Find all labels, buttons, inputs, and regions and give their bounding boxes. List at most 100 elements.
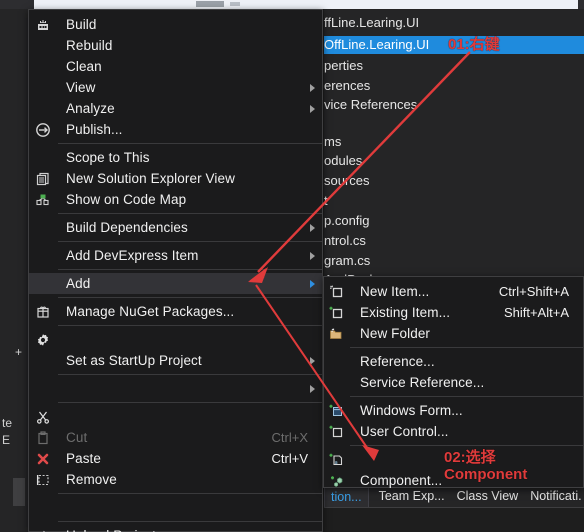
submenu-item-label: New Folder	[360, 326, 431, 341]
menu-separator	[58, 241, 322, 242]
menu-item-label: Scope to This	[66, 150, 150, 165]
submenu-separator	[350, 347, 583, 348]
menu-item-set-as-startup-project[interactable]	[29, 329, 322, 350]
submenu-item-new-item[interactable]: New Item... Ctrl+Shift+A	[324, 281, 583, 302]
tree-item[interactable]: erences	[324, 77, 584, 95]
nuget-icon	[35, 304, 51, 320]
menu-item-label: Analyze	[66, 101, 115, 116]
publish-icon	[35, 122, 51, 138]
window-button-group[interactable]	[196, 1, 224, 7]
menu-item-label: View	[66, 80, 96, 95]
menu-item-cut[interactable]	[29, 406, 322, 427]
menu-item-label: Remove	[66, 472, 117, 487]
chevron-right-icon	[310, 279, 315, 288]
scrap-text-2: E	[2, 433, 11, 447]
menu-item-publish[interactable]: Publish...	[29, 119, 322, 140]
submenu-item-label: Windows Form...	[360, 403, 463, 418]
menu-item-build[interactable]: Build	[29, 14, 322, 35]
submenu-item-label: User Control...	[360, 424, 449, 439]
menu-item-analyze[interactable]: Analyze	[29, 98, 322, 119]
submenu-item-windows-form[interactable]: Windows Form...	[324, 400, 583, 421]
window-close-button[interactable]	[230, 2, 240, 6]
menu-separator	[58, 269, 322, 270]
menu-item-rename[interactable]: Remove	[29, 469, 322, 490]
menu-item-label: Set as StartUp Project	[66, 353, 202, 368]
menu-item-shortcut: Ctrl+V	[271, 451, 308, 466]
tree-item[interactable]: ntrol.cs	[324, 232, 584, 250]
tree-item[interactable]: ffLine.Learing.UI	[324, 14, 584, 32]
submenu-item-label: New Item...	[360, 284, 430, 299]
new-item-icon	[328, 284, 344, 300]
chevron-right-icon	[310, 356, 315, 365]
menu-item-show-on-code-map[interactable]: Show on Code Map	[29, 189, 322, 210]
tree-item[interactable]: p.config	[324, 212, 584, 230]
menu-item-label: Rebuild	[66, 38, 113, 53]
submenu-item-shortcut: Shift+Alt+A	[503, 305, 569, 320]
menu-item-label: Add	[66, 276, 91, 291]
user-control-icon	[328, 424, 344, 440]
annotation-step-1: 01:右键	[448, 36, 500, 53]
menu-item-build-dependencies[interactable]: Build Dependencies	[29, 217, 322, 238]
menu-item-paste: Cut Ctrl+X	[29, 427, 322, 448]
tree-item[interactable]: gram.cs	[324, 252, 584, 270]
menu-item-open-folder-in-file-explorer[interactable]: Unload Project	[29, 525, 322, 532]
tree-item[interactable]: vice References	[324, 96, 584, 114]
bottom-filler	[324, 507, 584, 532]
menu-separator	[58, 143, 322, 144]
menu-item-add-devexpress-item[interactable]: Add DevExpress Item	[29, 245, 322, 266]
menu-item-label: Publish...	[66, 122, 123, 137]
tree-item[interactable]: ms	[324, 133, 584, 151]
menu-item-unload-project[interactable]	[29, 497, 322, 518]
submenu-item-existing-item[interactable]: Existing Item... Shift+Alt+A	[324, 302, 583, 323]
menu-item-debug[interactable]: Set as StartUp Project	[29, 350, 322, 371]
project-context-menu: Build Rebuild Clean View Analyze Publish…	[28, 9, 323, 532]
tree-item[interactable]: sources	[324, 172, 584, 190]
submenu-item-label: Reference...	[360, 354, 435, 369]
menu-item-source-control[interactable]	[29, 378, 322, 399]
submenu-item-new-folder[interactable]: New Folder	[324, 323, 583, 344]
menu-item-label: Build Dependencies	[66, 220, 188, 235]
menu-separator	[58, 493, 322, 494]
submenu-item-shortcut: Ctrl+Shift+A	[498, 284, 569, 299]
menu-item-view[interactable]: View	[29, 77, 322, 98]
tree-item[interactable]: perties	[324, 57, 584, 75]
menu-separator	[58, 213, 322, 214]
menu-item-remove[interactable]: Paste Ctrl+V	[29, 448, 322, 469]
code-map-icon	[35, 192, 51, 208]
existing-item-icon	[328, 305, 344, 321]
remove-x-icon	[35, 451, 51, 467]
annotation-step-2-line1: 02:选择	[444, 449, 496, 466]
submenu-item-user-control[interactable]: User Control...	[324, 421, 583, 442]
tree-item[interactable]: t	[324, 192, 584, 210]
gear-icon	[35, 332, 51, 348]
rename-icon	[35, 472, 51, 488]
submenu-item-label: Existing Item...	[360, 305, 451, 320]
menu-item-label: Show on Code Map	[66, 192, 187, 207]
menu-separator	[58, 297, 322, 298]
menu-item-label: Cut	[66, 430, 88, 445]
menu-item-manage-nuget-packages[interactable]: Manage NuGet Packages...	[29, 301, 322, 322]
class-icon	[328, 473, 344, 489]
new-window-icon	[35, 171, 51, 187]
scrap-text-0: +	[15, 345, 23, 359]
menu-item-label: Paste	[66, 451, 102, 466]
chevron-right-icon	[310, 223, 315, 232]
menu-item-label: Unload Project	[58, 525, 322, 532]
vertical-scrollbar-thumb[interactable]	[13, 478, 25, 506]
submenu-item-service-reference[interactable]: Service Reference...	[324, 372, 583, 393]
menu-item-rebuild[interactable]: Rebuild	[29, 35, 322, 56]
chevron-right-icon	[310, 83, 315, 92]
menu-item-new-solution-explorer-view[interactable]: New Solution Explorer View	[29, 168, 322, 189]
menu-item-scope-to-this[interactable]: Scope to This	[29, 147, 322, 168]
background-window	[34, 0, 578, 9]
build-icon	[35, 17, 51, 33]
tree-item[interactable]: odules	[324, 152, 584, 170]
submenu-item-reference[interactable]: Reference...	[324, 351, 583, 372]
menu-item-label: Manage NuGet Packages...	[66, 304, 235, 319]
svg-text:a: a	[335, 460, 338, 466]
annotation-step-2-line2: Component	[444, 466, 528, 483]
menu-item-clean[interactable]: Clean	[29, 56, 322, 77]
submenu-item-label: Service Reference...	[360, 375, 485, 390]
chevron-right-icon	[310, 251, 315, 260]
menu-item-add[interactable]: Add	[29, 273, 322, 294]
